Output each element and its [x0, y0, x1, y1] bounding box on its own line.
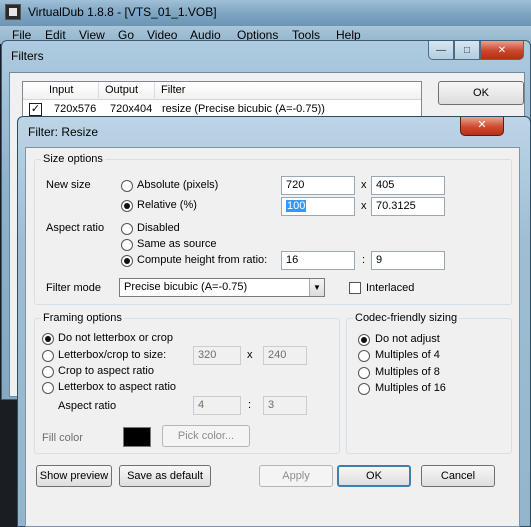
- interlaced-label[interactable]: Interlaced: [366, 282, 414, 294]
- framing-aspect-label: Aspect ratio: [58, 400, 117, 412]
- absolute-label[interactable]: Absolute (pixels): [137, 179, 218, 191]
- chevron-down-icon[interactable]: ▼: [309, 279, 324, 296]
- relative-radio[interactable]: [121, 200, 133, 212]
- filter-mode-select[interactable]: Precise bicubic (A=-0.75) ▼: [119, 278, 325, 297]
- ratio-denominator-input[interactable]: 9: [371, 251, 445, 270]
- letterbox-times-label: x: [247, 349, 253, 361]
- aspect-compute-radio[interactable]: [121, 255, 133, 267]
- column-output[interactable]: Output: [99, 82, 155, 100]
- framing-letterbox-size-label[interactable]: Letterbox/crop to size:: [58, 349, 166, 361]
- ratio-colon: :: [362, 254, 366, 266]
- close-icon[interactable]: ✕: [480, 41, 524, 60]
- framing-letterbox-size-radio[interactable]: [42, 350, 54, 362]
- row-filter: resize (Precise bicubic (A=-0.75)): [162, 103, 325, 115]
- filter-enabled-checkbox[interactable]: ✓: [29, 103, 42, 116]
- aspect-same-radio[interactable]: [121, 239, 133, 251]
- row-input: 720x576: [54, 103, 97, 115]
- size-options-label: Size options: [41, 153, 105, 165]
- fill-color-swatch[interactable]: [123, 427, 151, 447]
- relative-width-value: 100: [286, 200, 307, 212]
- size-options-group: Size options New size Absolute (pixels) …: [34, 153, 512, 305]
- apply-button[interactable]: Apply: [259, 465, 333, 487]
- relative-label[interactable]: Relative (%): [137, 199, 197, 211]
- filters-dialog-title: Filters: [11, 49, 44, 63]
- row-output: 720x404: [110, 103, 153, 115]
- aspect-same-label[interactable]: Same as source: [137, 238, 216, 250]
- resize-dialog-title: Filter: Resize: [28, 125, 99, 139]
- codec-16-radio[interactable]: [358, 383, 370, 395]
- show-preview-button[interactable]: Show preview: [36, 465, 112, 487]
- relative-times-label: x: [361, 200, 367, 212]
- codec-sizing-label: Codec-friendly sizing: [353, 312, 460, 324]
- new-size-label: New size: [46, 179, 91, 191]
- framing-none-radio[interactable]: [42, 333, 54, 345]
- codec-16-label[interactable]: Multiples of 16: [375, 382, 446, 394]
- framing-crop-aspect-radio[interactable]: [42, 366, 54, 378]
- codec-4-radio[interactable]: [358, 350, 370, 362]
- framing-aspect-width-input[interactable]: 4: [193, 396, 241, 415]
- codec-4-label[interactable]: Multiples of 4: [375, 349, 440, 361]
- ok-button[interactable]: OK: [337, 465, 411, 487]
- framing-letterbox-aspect-label[interactable]: Letterbox to aspect ratio: [58, 381, 176, 393]
- absolute-times-label: x: [361, 179, 367, 191]
- cancel-button[interactable]: Cancel: [421, 465, 495, 487]
- relative-height-input[interactable]: 70.3125: [371, 197, 445, 216]
- framing-aspect-colon: :: [248, 399, 252, 411]
- resize-dialog: Filter: Resize ✕ Size options New size A…: [17, 116, 531, 527]
- resize-dialog-body: Size options New size Absolute (pixels) …: [25, 147, 520, 527]
- minimize-icon[interactable]: —: [428, 41, 454, 60]
- aspect-disabled-label[interactable]: Disabled: [137, 222, 180, 234]
- codec-none-label[interactable]: Do not adjust: [375, 333, 440, 345]
- save-default-button[interactable]: Save as default: [119, 465, 211, 487]
- pick-color-button[interactable]: Pick color...: [162, 425, 250, 447]
- framing-options-label: Framing options: [41, 312, 124, 324]
- absolute-height-input[interactable]: 405: [371, 176, 445, 195]
- column-input[interactable]: Input: [43, 82, 99, 100]
- letterbox-height-input[interactable]: 240: [263, 346, 307, 365]
- framing-none-label[interactable]: Do not letterbox or crop: [58, 332, 173, 344]
- relative-width-input[interactable]: 100: [281, 197, 355, 216]
- letterbox-width-input[interactable]: 320: [193, 346, 241, 365]
- filters-window-controls: — □ ✕: [428, 41, 524, 60]
- framing-options-group: Framing options Do not letterbox or crop…: [34, 312, 340, 454]
- codec-sizing-group: Codec-friendly sizing Do not adjust Mult…: [346, 312, 512, 454]
- framing-letterbox-aspect-radio[interactable]: [42, 382, 54, 394]
- absolute-width-input[interactable]: 720: [281, 176, 355, 195]
- ratio-numerator-input[interactable]: 16: [281, 251, 355, 270]
- virtualdub-app-icon: [5, 4, 21, 20]
- codec-8-radio[interactable]: [358, 367, 370, 379]
- framing-crop-aspect-label[interactable]: Crop to aspect ratio: [58, 365, 154, 377]
- filter-mode-value: Precise bicubic (A=-0.75): [124, 281, 248, 293]
- aspect-disabled-radio[interactable]: [121, 223, 133, 235]
- main-titlebar: VirtualDub 1.8.8 - [VTS_01_1.VOB]: [0, 0, 531, 26]
- filter-mode-label: Filter mode: [46, 282, 102, 294]
- interlaced-checkbox[interactable]: [349, 282, 361, 294]
- filter-list-header: Input Output Filter: [23, 82, 421, 100]
- absolute-radio[interactable]: [121, 180, 133, 192]
- codec-none-radio[interactable]: [358, 334, 370, 346]
- main-window-title: VirtualDub 1.8.8 - [VTS_01_1.VOB]: [28, 5, 217, 19]
- aspect-ratio-label: Aspect ratio: [46, 222, 105, 234]
- close-icon[interactable]: ✕: [460, 117, 504, 136]
- codec-8-label[interactable]: Multiples of 8: [375, 366, 440, 378]
- maximize-icon[interactable]: □: [454, 41, 480, 60]
- filters-ok-button[interactable]: OK: [438, 81, 524, 105]
- fill-color-label: Fill color: [42, 432, 83, 444]
- aspect-compute-label[interactable]: Compute height from ratio:: [137, 254, 267, 266]
- framing-aspect-height-input[interactable]: 3: [263, 396, 307, 415]
- column-filter[interactable]: Filter: [155, 82, 423, 100]
